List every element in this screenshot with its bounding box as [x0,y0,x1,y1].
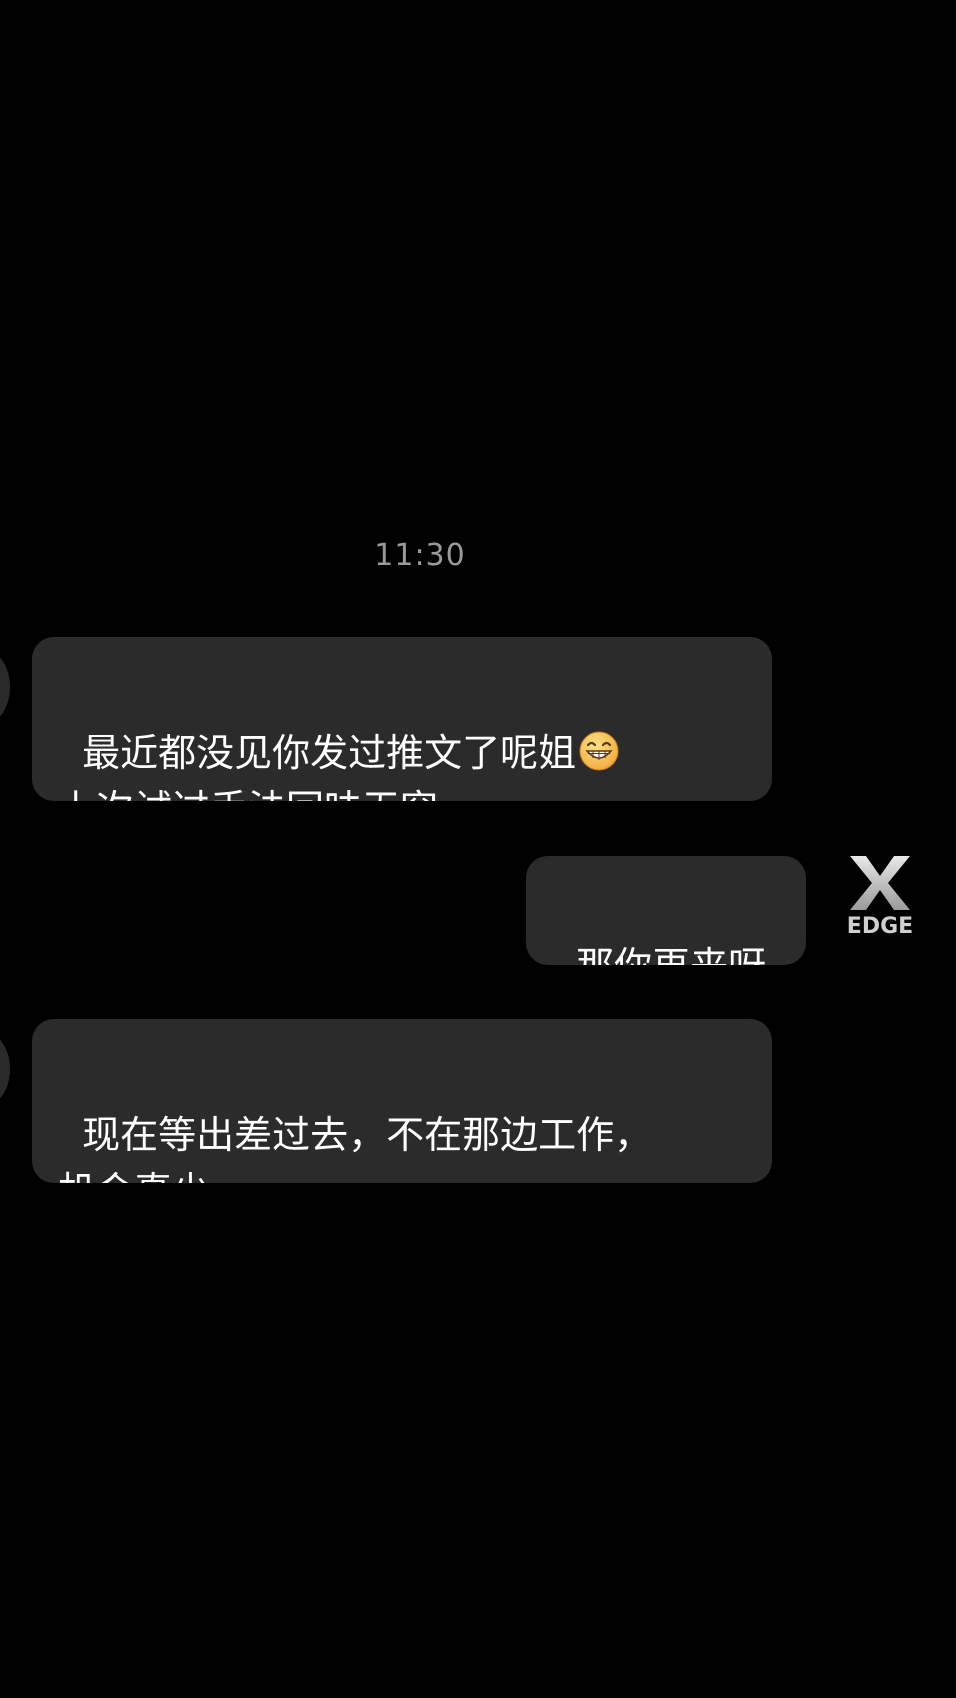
message-line: 最近都没见你发过推文了呢姐 [82,731,577,775]
watermark-label: EDGE [846,914,914,939]
chat-timestamp: 11:30 [374,538,466,573]
x-logo-icon [850,856,910,910]
message-line: 机会真少 [58,1169,210,1183]
sender-avatar[interactable] [0,1033,10,1105]
grinning-face-icon [579,731,619,771]
incoming-message-bubble[interactable]: 现在等出差过去，不在那边工作， 机会真少 [32,1019,772,1183]
watermark-logo: EDGE [846,854,914,939]
message-line: 现在等出差过去，不在那边工作， [82,1113,653,1157]
message-text: 那你再来呀 [576,944,766,965]
incoming-message-bubble[interactable]: 最近都没见你发过推文了呢姐 上次试过手法回味无穷 [32,637,772,801]
message-line: 上次试过手法回味无穷 [58,787,438,801]
outgoing-message-bubble[interactable]: 那你再来呀 [526,856,806,965]
sender-avatar[interactable] [0,651,10,723]
